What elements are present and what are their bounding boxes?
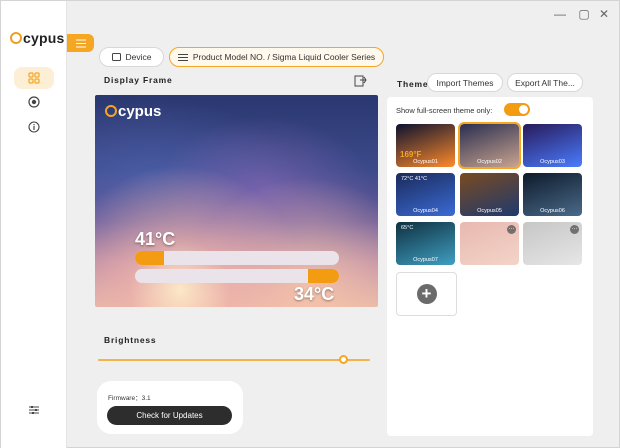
theme-thumbnail[interactable]: 65°C Ocypus07	[396, 222, 455, 265]
plus-icon: +	[416, 284, 437, 304]
fullscreen-only-label: Show full-screen theme only:	[396, 106, 493, 115]
tab-device-label: Device	[125, 52, 152, 62]
theme-thumbnail-label: Ocypus05	[477, 208, 502, 214]
preview-logo: cypus	[105, 103, 161, 120]
cpu-temp-bar-fill	[135, 251, 164, 265]
brightness-slider[interactable]	[98, 359, 370, 361]
tab-product-model-label: Product Model NO. / Sigma Liquid Cooler …	[192, 52, 376, 62]
theme-thumbnail-label: Ocypus01	[413, 159, 438, 165]
theme-thumbnail-label: Ocypus07	[413, 257, 438, 263]
theme-thumbnail-label: Ocypus04	[413, 208, 438, 214]
theme-thumbnail[interactable]: …	[460, 222, 519, 265]
tab-device[interactable]: Device	[99, 47, 164, 67]
sidebar-item-settings[interactable]	[14, 399, 54, 421]
brightness-label: Brightness	[104, 335, 157, 345]
sidebar: cypus	[1, 1, 67, 448]
cpu-temp-bar	[135, 251, 339, 265]
close-button[interactable]: ✕	[593, 5, 615, 23]
minimize-button[interactable]: —	[549, 5, 571, 23]
theme-title: Theme	[397, 79, 429, 89]
info-icon	[28, 121, 40, 133]
theme-thumbnail[interactable]: Ocypus03	[523, 124, 582, 167]
tab-product-model[interactable]: Product Model NO. / Sigma Liquid Cooler …	[169, 47, 384, 67]
cpu-temperature: 41°C	[135, 229, 176, 249]
display-frame-preview[interactable]: cypus 41°C 34°C	[95, 95, 378, 307]
sidebar-item-device[interactable]	[14, 67, 54, 89]
app-window: — ▢ ✕ cypus Device Product Model NO. / S…	[0, 0, 620, 448]
theme-thumbnail-label: Ocypus03	[540, 159, 565, 165]
app-logo: cypus	[10, 30, 64, 46]
theme-thumbnail[interactable]: 72°C 41°C Ocypus04	[396, 173, 455, 216]
gpu-temp-bar	[135, 269, 339, 283]
brightness-slider-thumb[interactable]	[339, 355, 348, 364]
device-icon	[111, 53, 121, 61]
theme-thumbnail-temp: 65°C	[401, 225, 414, 231]
display-frame-title: Display Frame	[104, 75, 173, 85]
grid-icon	[28, 72, 40, 84]
toggle-knob	[519, 105, 528, 114]
gpu-temperature: 34°C	[294, 284, 335, 304]
more-options-icon[interactable]: …	[507, 225, 516, 234]
export-icon[interactable]	[354, 73, 368, 87]
theme-thumbnail-label: Ocypus02	[477, 159, 502, 165]
theme-panel: Show full-screen theme only: 169°F Ocypus…	[387, 97, 593, 436]
menu-toggle-button[interactable]	[67, 34, 94, 52]
firmware-version: Firmware：3.1	[108, 395, 151, 402]
sliders-icon	[29, 406, 39, 414]
theme-thumbnail[interactable]: 169°F Ocypus01	[396, 124, 455, 167]
check-updates-button[interactable]: Check for Updates	[107, 406, 232, 425]
export-themes-button[interactable]: Export All The...	[507, 73, 583, 92]
theme-thumbnail[interactable]: Ocypus02	[458, 122, 521, 169]
theme-thumbnail[interactable]: …	[523, 222, 582, 265]
add-theme-button[interactable]: +	[396, 272, 457, 316]
theme-thumbnail[interactable]: Ocypus05	[460, 173, 519, 216]
firmware-card: Firmware：3.1 Check for Updates	[97, 381, 243, 434]
import-themes-button[interactable]: Import Themes	[427, 73, 503, 92]
theme-thumbnail-temp: 169°F	[400, 150, 422, 159]
theme-thumbnail-temp: 72°C 41°C	[401, 176, 428, 182]
maximize-button[interactable]: ▢	[573, 5, 595, 23]
menu-icon	[75, 39, 86, 47]
radar-icon	[28, 96, 40, 108]
gpu-temp-bar-fill	[308, 269, 339, 283]
theme-thumbnail[interactable]: Ocypus06	[523, 173, 582, 216]
fullscreen-only-toggle[interactable]	[504, 103, 530, 116]
theme-thumbnail-label: Ocypus06	[540, 208, 565, 214]
sidebar-item-about[interactable]	[14, 116, 54, 138]
sliders-icon	[177, 53, 188, 61]
more-options-icon[interactable]: …	[570, 225, 579, 234]
sidebar-item-monitor[interactable]	[14, 91, 54, 113]
